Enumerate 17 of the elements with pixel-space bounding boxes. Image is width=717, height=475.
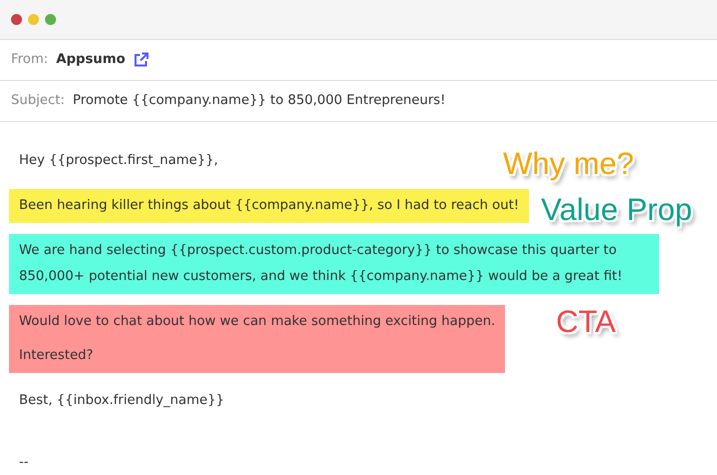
email-paragraph: Hey {{prospect.first_name}}, [19,152,218,170]
from-label: From: [11,51,48,70]
subject-text: Promote {{company.name}} to 850,000 Entrepreneurs! [72,92,446,110]
subject-label: Subject: [11,92,65,110]
email-paragraph: Best, {{inbox.friendly_name}} [19,392,224,410]
external-link-icon[interactable] [133,52,150,68]
window-control-button[interactable] [11,14,22,25]
window-control-button[interactable] [45,14,56,25]
annotation-label: CTA [556,306,616,337]
annotation-label: Why me? [503,148,634,179]
email-paragraph: Been hearing killer things about {{company.name}}, so I had to reach out! [19,197,520,215]
signature-separator: -- [19,454,29,472]
email-paragraph: Interested? [19,347,94,365]
annotation-label: Value Prop [541,194,692,225]
email-paragraph: Would love to chat about how we can make something exciting happen. [19,313,496,331]
email-paragraph: We are hand selecting {{prospect.custom.product-category}} to showcase this quarter to 850,000+ potential new customers, and we think {{company.name}} would be a great fit! [19,242,624,286]
sender-name: Appsumo [56,51,126,70]
